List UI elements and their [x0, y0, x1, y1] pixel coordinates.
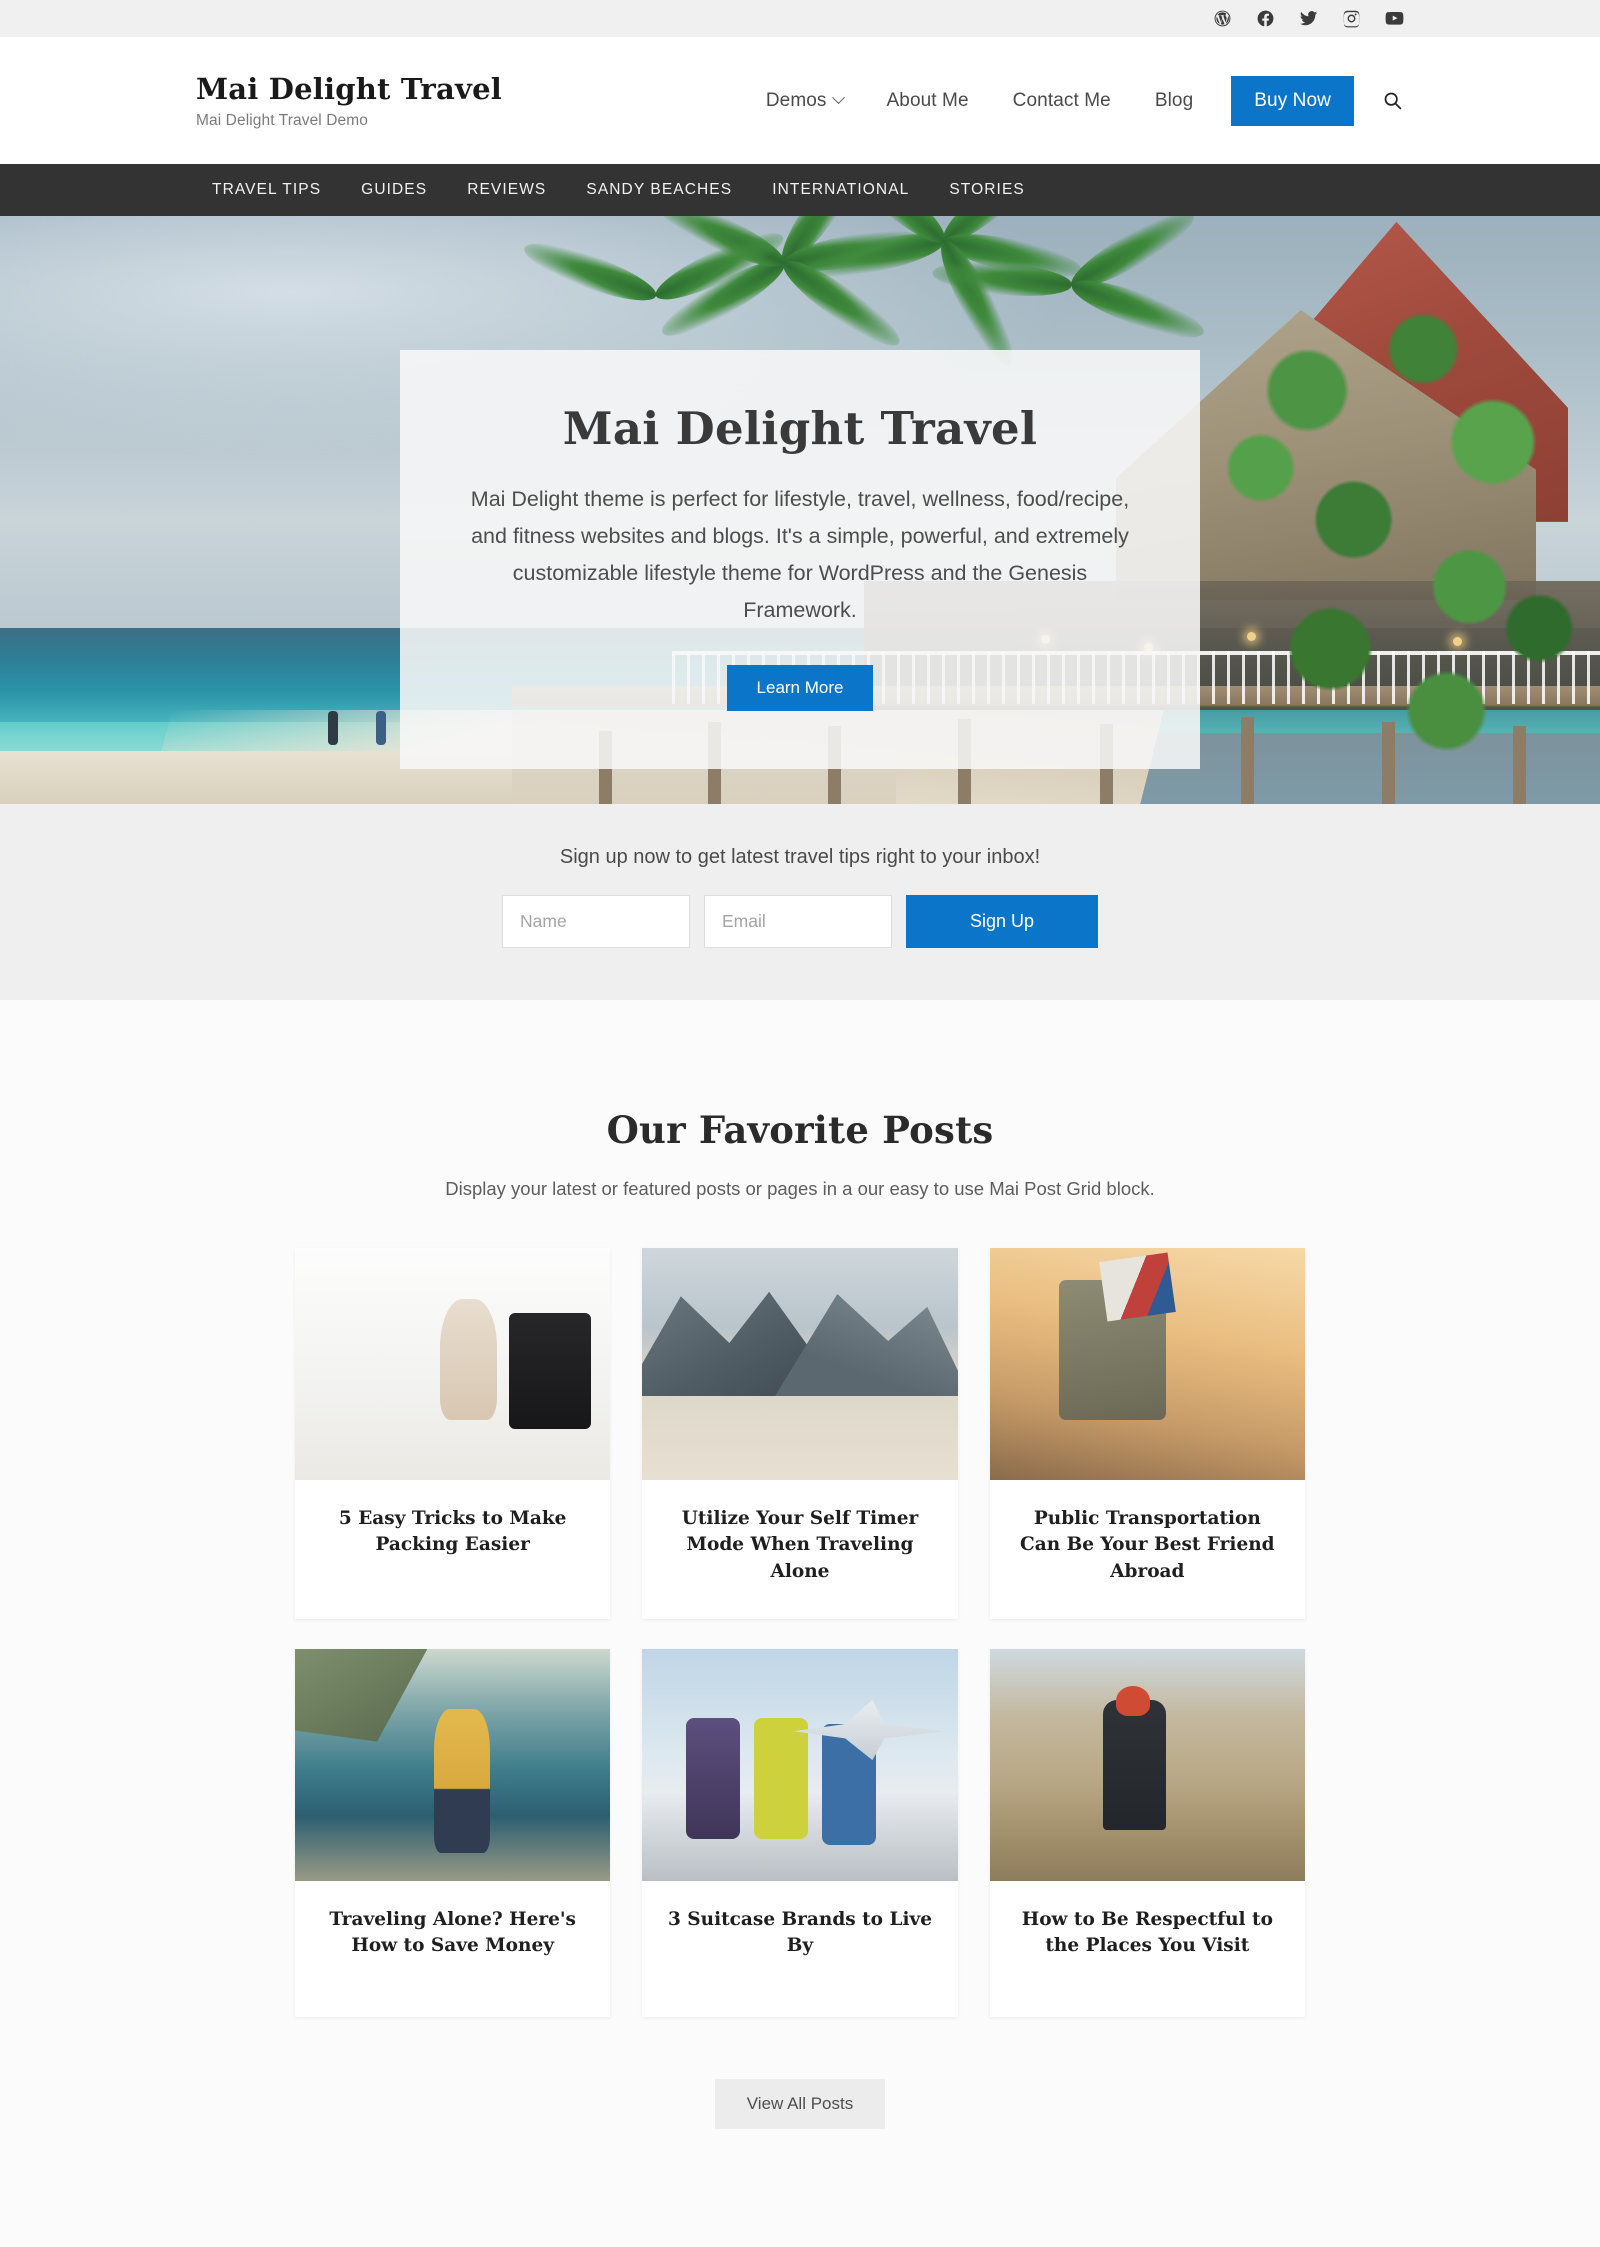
post-title[interactable]: Utilize Your Self Timer Mode When Travel… — [642, 1480, 957, 1619]
subnav-item-travel-tips[interactable]: TRAVEL TIPS — [196, 181, 341, 199]
hero-foliage — [1168, 286, 1600, 804]
signup-form: Sign Up — [0, 895, 1600, 948]
site-header: Mai Delight Travel Mai Delight Travel De… — [0, 37, 1600, 164]
signup-heading: Sign up now to get latest travel tips ri… — [559, 846, 1041, 868]
post-thumbnail-mountain — [642, 1248, 958, 1480]
nav-item-blog[interactable]: Blog — [1133, 90, 1215, 112]
social-links — [1213, 9, 1404, 28]
post-card[interactable]: Traveling Alone? Here's How to Save Mone… — [295, 1648, 611, 2018]
primary-navigation: Demos About Me Contact Me Blog Buy Now — [744, 75, 1404, 126]
view-all-wrapper: View All Posts — [0, 2079, 1600, 2130]
post-title[interactable]: Traveling Alone? Here's How to Save Mone… — [295, 1881, 610, 1994]
post-card[interactable]: 3 Suitcase Brands to Live By — [642, 1648, 958, 2018]
post-title[interactable]: Public Transportation Can Be Your Best F… — [990, 1480, 1305, 1619]
email-input[interactable] — [704, 895, 892, 948]
secondary-navigation: TRAVEL TIPS GUIDES REVIEWS SANDY BEACHES… — [0, 164, 1600, 216]
post-card[interactable]: How to Be Respectful to the Places You V… — [989, 1648, 1305, 2018]
name-input[interactable] — [502, 895, 690, 948]
post-grid: 5 Easy Tricks to Make Packing Easier Uti… — [295, 1248, 1305, 2018]
hero-description: Mai Delight theme is perfect for lifesty… — [470, 487, 1130, 622]
newsletter-signup-section: Sign up now to get latest travel tips ri… — [0, 804, 1600, 1000]
top-social-bar — [0, 0, 1600, 37]
subnav-item-international[interactable]: INTERNATIONAL — [752, 181, 929, 199]
signup-button[interactable]: Sign Up — [906, 895, 1098, 948]
subnav-item-stories[interactable]: STORIES — [929, 181, 1044, 199]
twitter-icon[interactable] — [1299, 9, 1318, 28]
post-title[interactable]: How to Be Respectful to the Places You V… — [990, 1881, 1305, 1994]
hero-person — [376, 711, 386, 746]
subnav-item-guides[interactable]: GUIDES — [341, 181, 447, 199]
chevron-down-icon — [831, 91, 845, 105]
post-thumbnail-backpacker — [295, 1648, 611, 1881]
post-thumbnail-luggage — [989, 1248, 1305, 1480]
nav-item-contact-me[interactable]: Contact Me — [991, 90, 1133, 112]
instagram-icon[interactable] — [1342, 9, 1361, 28]
subnav-item-sandy-beaches[interactable]: SANDY BEACHES — [566, 181, 752, 199]
learn-more-button[interactable]: Learn More — [726, 664, 874, 711]
post-thumbnail-hillside — [989, 1648, 1305, 1881]
nav-item-demos[interactable]: Demos — [744, 90, 865, 112]
favorite-posts-section: Our Favorite Posts Display your latest o… — [0, 1000, 1600, 2247]
post-title[interactable]: 5 Easy Tricks to Make Packing Easier — [295, 1480, 610, 1593]
site-tagline: Mai Delight Travel Demo — [196, 112, 368, 130]
hero-person — [328, 711, 338, 746]
post-card[interactable]: 5 Easy Tricks to Make Packing Easier — [295, 1248, 611, 1619]
section-subtitle: Display your latest or featured posts or… — [445, 1178, 1155, 1199]
search-icon[interactable] — [1380, 89, 1404, 113]
wordpress-icon[interactable] — [1213, 9, 1232, 28]
view-all-posts-button[interactable]: View All Posts — [714, 2079, 886, 2130]
youtube-icon[interactable] — [1385, 9, 1404, 28]
post-thumbnail-packing — [295, 1248, 611, 1480]
hero-section: Mai Delight Travel Mai Delight theme is … — [0, 216, 1600, 804]
hero-content-card: Mai Delight Travel Mai Delight theme is … — [400, 350, 1200, 769]
subnav-item-reviews[interactable]: REVIEWS — [447, 181, 566, 199]
brand[interactable]: Mai Delight Travel Mai Delight Travel De… — [196, 71, 502, 130]
nav-label-demos: Demos — [765, 89, 827, 111]
post-card[interactable]: Public Transportation Can Be Your Best F… — [989, 1248, 1305, 1619]
facebook-icon[interactable] — [1256, 9, 1275, 28]
site-title[interactable]: Mai Delight Travel — [196, 72, 502, 106]
nav-item-about-me[interactable]: About Me — [865, 90, 991, 112]
post-title[interactable]: 3 Suitcase Brands to Live By — [642, 1881, 957, 2018]
hero-title: Mai Delight Travel — [562, 402, 1038, 455]
section-title: Our Favorite Posts — [606, 1108, 994, 1152]
page-root: Mai Delight Travel Mai Delight Travel De… — [0, 0, 1600, 2247]
buy-now-button[interactable]: Buy Now — [1231, 75, 1354, 126]
post-thumbnail-suitcases — [642, 1648, 958, 1881]
post-card[interactable]: Utilize Your Self Timer Mode When Travel… — [642, 1248, 958, 1619]
